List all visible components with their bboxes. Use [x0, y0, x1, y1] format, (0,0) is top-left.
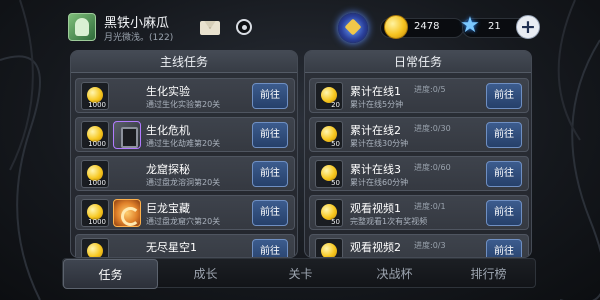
- gold-coin-icon: [384, 15, 408, 39]
- go-button[interactable]: 前往: [252, 83, 288, 109]
- reward-slot: 100: [315, 238, 343, 257]
- task-title: 累计在线2: [350, 124, 401, 137]
- task-desc: 累计在线30分钟: [350, 139, 409, 148]
- reward-count: 1000: [88, 179, 106, 187]
- player-name: 黑铁小麻瓜: [104, 16, 170, 31]
- tab-showdown-cup[interactable]: 决战杯: [347, 259, 442, 289]
- task-title: 无尽星空1: [146, 241, 197, 254]
- gem-value: 21: [488, 21, 501, 32]
- task-row: 20 累计在线1 进度:0/5 累计在线5分钟 前往: [309, 78, 529, 113]
- task-row: 100 观看视频2 进度:0/3 前往: [309, 234, 529, 257]
- reward-count: 50: [331, 140, 340, 148]
- reward-count: 1000: [88, 218, 106, 226]
- task-desc: 完整观看1次有奖视频: [350, 217, 428, 226]
- main-task-title: 主线任务: [71, 51, 297, 73]
- reward-slot: 1000: [81, 160, 109, 188]
- daily-task-list[interactable]: 20 累计在线1 进度:0/5 累计在线5分钟 前往 50 累计在线2 进度:0…: [305, 74, 531, 257]
- task-row: 1000 无尽星空1 前往: [75, 234, 295, 257]
- go-button[interactable]: 前往: [486, 200, 522, 226]
- task-progress: 进度:0/3: [414, 241, 446, 250]
- tab-levels[interactable]: 关卡: [253, 259, 348, 289]
- bottom-nav: 任务 成长 关卡 决战杯 排行榜: [62, 258, 536, 289]
- go-button[interactable]: 前往: [486, 83, 522, 109]
- go-button[interactable]: 前往: [486, 161, 522, 187]
- gold-coin-icon: [87, 243, 103, 257]
- top-bar: 黑铁小麻瓜 月光微浅。(122) 2478 ★ 21 +: [0, 0, 600, 46]
- task-desc: 通过盘龙窟穴第20关: [146, 217, 221, 226]
- tab-tasks[interactable]: 任务: [63, 259, 158, 289]
- go-button[interactable]: 前往: [252, 239, 288, 257]
- task-title: 观看视频1: [350, 202, 401, 215]
- reward-slot: 1000: [81, 238, 109, 257]
- player-subtitle: 月光微浅。(122): [104, 33, 174, 43]
- tab-growth[interactable]: 成长: [158, 259, 253, 289]
- mail-icon[interactable]: [200, 21, 220, 35]
- go-button[interactable]: 前往: [486, 122, 522, 148]
- task-title: 累计在线1: [350, 85, 401, 98]
- gold-value: 2478: [414, 21, 440, 32]
- main-task-panel: 主线任务 1000 生化实验 通过生化实验第20关 前往 1000 生化危机 通…: [70, 50, 298, 258]
- daily-task-panel: 日常任务 20 累计在线1 进度:0/5 累计在线5分钟 前往 50 累计在线2…: [304, 50, 532, 258]
- task-title: 观看视频2: [350, 241, 401, 254]
- gear-icon[interactable]: [236, 19, 252, 35]
- reward-slot: 20: [315, 82, 343, 110]
- reward-count: 1000: [88, 101, 106, 109]
- reward-count: 20: [331, 101, 340, 109]
- armor-item-icon: [113, 121, 141, 149]
- reward-slot: 50: [315, 121, 343, 149]
- add-currency-button[interactable]: +: [516, 15, 540, 39]
- task-desc: 累计在线5分钟: [350, 100, 404, 109]
- task-row: 1000 生化危机 通过生化劫难第20关 前往: [75, 117, 295, 152]
- task-title: 累计在线3: [350, 163, 401, 176]
- task-title: 龙窟探秘: [146, 163, 190, 176]
- gold-coin-icon: [321, 243, 337, 257]
- event-badge-icon[interactable]: [338, 13, 368, 43]
- go-button[interactable]: 前往: [252, 161, 288, 187]
- task-progress: 进度:0/5: [414, 85, 446, 94]
- task-desc: 通过生化实验第20关: [146, 100, 221, 109]
- task-progress: 进度:0/60: [414, 163, 451, 172]
- reward-slot: 1000: [81, 121, 109, 149]
- reward-slot: 50: [315, 160, 343, 188]
- reward-count: 50: [331, 218, 340, 226]
- reward-slot: 1000: [81, 199, 109, 227]
- daily-task-title: 日常任务: [305, 51, 531, 73]
- task-progress: 进度:0/30: [414, 124, 451, 133]
- star-gem-icon: ★: [460, 13, 480, 38]
- reward-slot: 50: [315, 199, 343, 227]
- task-title: 生化实验: [146, 85, 190, 98]
- reward-count: 1000: [88, 140, 106, 148]
- task-row: 1000 龙窟探秘 通过盘龙溶洞第20关 前往: [75, 156, 295, 191]
- task-desc: 累计在线60分钟: [350, 178, 409, 187]
- task-title: 巨龙宝藏: [146, 202, 190, 215]
- task-desc: 通过生化劫难第20关: [146, 139, 221, 148]
- tab-leaderboard[interactable]: 排行榜: [441, 259, 536, 289]
- dragon-orb-icon: [113, 199, 141, 227]
- task-row: 50 观看视频1 进度:0/1 完整观看1次有奖视频 前往: [309, 195, 529, 230]
- go-button[interactable]: 前往: [252, 122, 288, 148]
- task-row: 1000 生化实验 通过生化实验第20关 前往: [75, 78, 295, 113]
- task-row: 1000 巨龙宝藏 通过盘龙窟穴第20关 前往: [75, 195, 295, 230]
- task-desc: 通过盘龙溶洞第20关: [146, 178, 221, 187]
- go-button[interactable]: 前往: [486, 239, 522, 257]
- reward-count: 50: [331, 179, 340, 187]
- player-avatar[interactable]: [68, 13, 96, 41]
- task-row: 50 累计在线2 进度:0/30 累计在线30分钟 前往: [309, 117, 529, 152]
- task-title: 生化危机: [146, 124, 190, 137]
- task-progress: 进度:0/1: [414, 202, 446, 211]
- reward-slot: 1000: [81, 82, 109, 110]
- go-button[interactable]: 前往: [252, 200, 288, 226]
- main-task-list[interactable]: 1000 生化实验 通过生化实验第20关 前往 1000 生化危机 通过生化劫难…: [71, 74, 297, 257]
- task-row: 50 累计在线3 进度:0/60 累计在线60分钟 前往: [309, 156, 529, 191]
